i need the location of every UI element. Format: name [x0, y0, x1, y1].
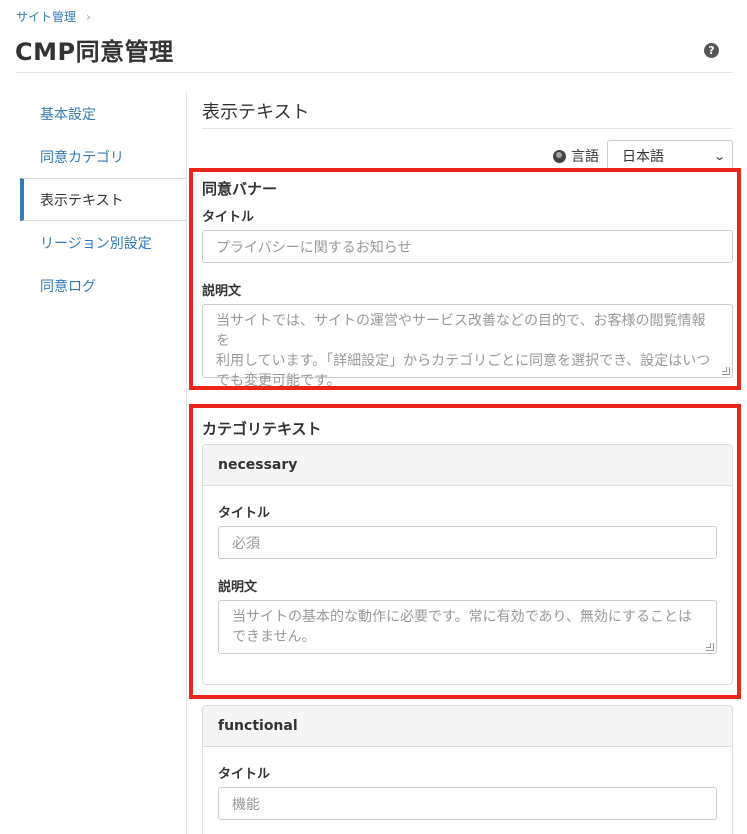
- banner-description-label: 説明文: [202, 284, 242, 299]
- banner-description-textarea[interactable]: 当サイトでは、サイトの運営やサービス改善などの目的で、お客様の閲覧情報を 利用し…: [202, 304, 733, 389]
- banner-description-line: 当サイトでは、サイトの運営やサービス改善などの目的で、お客様の閲覧情報を: [216, 313, 706, 349]
- resize-handle[interactable]: [706, 643, 714, 651]
- sidebar-divider: [186, 92, 187, 834]
- category-text-heading: カテゴリテキスト: [202, 420, 322, 438]
- sidebar-item-regional-settings[interactable]: リージョン別設定: [20, 221, 186, 264]
- functional-title-label: タイトル: [218, 767, 271, 782]
- breadcrumb-separator: ›: [86, 9, 91, 24]
- necessary-title-label: タイトル: [218, 506, 271, 521]
- help-icon[interactable]: ?: [704, 43, 719, 58]
- sidebar-nav: 基本設定 同意カテゴリ 表示テキスト リージョン別設定 同意ログ: [20, 92, 186, 307]
- globe-icon: [553, 149, 566, 163]
- sidebar-item-consent-log[interactable]: 同意ログ: [20, 264, 186, 307]
- section-title: 表示テキスト: [202, 102, 310, 123]
- language-label: 言語: [571, 149, 599, 165]
- resize-handle[interactable]: [722, 367, 730, 375]
- sidebar-item-consent-categories[interactable]: 同意カテゴリ: [20, 135, 186, 178]
- banner-description-line: 利用しています。「詳細設定」からカテゴリごとに同意を選択でき、設定はいつ: [216, 353, 711, 369]
- banner-heading: 同意バナー: [202, 180, 278, 198]
- functional-title-input[interactable]: 機能: [218, 787, 717, 820]
- banner-description-line: でも変更可能です。: [216, 373, 341, 389]
- banner-title-input[interactable]: プライバシーに関するお知らせ: [202, 230, 733, 263]
- necessary-description-label: 説明文: [218, 580, 258, 595]
- section-divider: [202, 128, 733, 129]
- chevron-down-icon: ⌄: [712, 149, 726, 163]
- category-panel-heading: functional: [203, 706, 732, 747]
- breadcrumb-link-site-admin[interactable]: サイト管理: [16, 8, 76, 25]
- page-title: CMP同意管理: [15, 38, 174, 66]
- language-select-value: 日本語: [622, 149, 664, 165]
- necessary-title-input[interactable]: 必須: [218, 526, 717, 559]
- necessary-description-line: 当サイトの基本的な動作に必要です。常に有効であり、無効にすることは: [232, 609, 693, 625]
- sidebar-item-display-text[interactable]: 表示テキスト: [20, 178, 186, 221]
- necessary-description-line: できません。: [232, 629, 316, 645]
- necessary-description-textarea[interactable]: 当サイトの基本的な動作に必要です。常に有効であり、無効にすることは できません。: [218, 600, 717, 654]
- sidebar-item-basic-settings[interactable]: 基本設定: [20, 92, 186, 135]
- header-divider: [15, 72, 733, 73]
- banner-title-label: タイトル: [202, 210, 255, 225]
- breadcrumb: サイト管理 ›: [16, 8, 91, 25]
- category-panel-heading: necessary: [203, 445, 732, 486]
